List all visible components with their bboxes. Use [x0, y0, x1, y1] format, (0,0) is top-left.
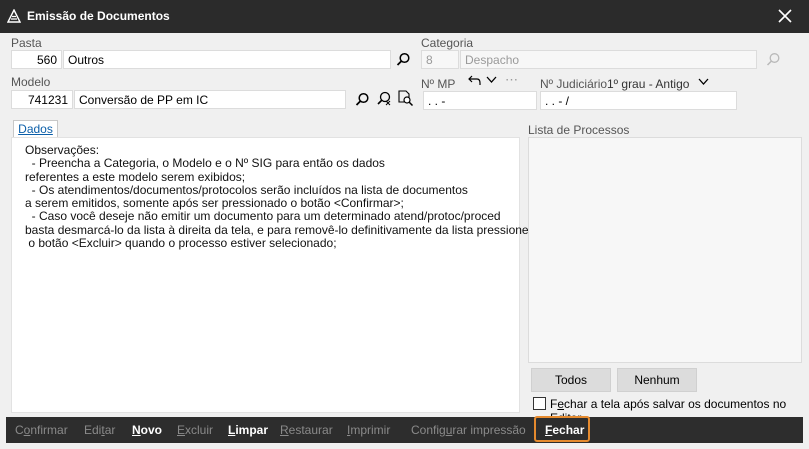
- undo-arrow-icon[interactable]: [468, 74, 482, 86]
- todos-button[interactable]: Todos: [531, 368, 611, 392]
- novo-button[interactable]: Novo: [132, 423, 162, 437]
- observacoes-text: Observações: - Preencha a Categoria, o M…: [25, 143, 529, 251]
- modelo-name-field[interactable]: Conversão de PP em IC: [74, 90, 346, 109]
- modelo-search-icon[interactable]: [355, 92, 370, 107]
- excluir-button[interactable]: Excluir: [177, 423, 213, 437]
- njud-chevron-down-icon[interactable]: [698, 77, 709, 86]
- pasta-name-field[interactable]: Outros: [63, 50, 391, 69]
- fechar-tela-checkbox[interactable]: [533, 397, 546, 410]
- nmp-more-icon[interactable]: ⋯: [505, 72, 518, 88]
- nenhum-button[interactable]: Nenhum: [617, 368, 697, 392]
- nmp-field[interactable]: . . -: [423, 91, 537, 110]
- configurar-impressao-button[interactable]: Configurar impressão: [411, 423, 526, 437]
- njud-grau-select[interactable]: 1º grau - Antigo: [607, 77, 689, 91]
- lista-processos-label: Lista de Processos: [528, 123, 630, 137]
- restaurar-button[interactable]: Restaurar: [280, 423, 333, 437]
- pasta-search-icon[interactable]: [396, 52, 411, 67]
- categoria-search-icon[interactable]: [766, 52, 781, 67]
- njud-field[interactable]: . . - /: [540, 91, 737, 110]
- fechar-button[interactable]: Fechar: [545, 423, 584, 437]
- modelo-document-search-icon[interactable]: [397, 90, 414, 107]
- pasta-code-field[interactable]: 560: [11, 50, 62, 69]
- modelo-code-field[interactable]: 741231: [11, 90, 73, 109]
- lista-processos-list[interactable]: [528, 137, 802, 363]
- window-title: Emissão de Documentos: [27, 9, 170, 23]
- limpar-button[interactable]: Limpar: [228, 423, 268, 437]
- close-icon[interactable]: [776, 7, 794, 25]
- categoria-label: Categoria: [421, 36, 474, 50]
- title-bar: Emissão de Documentos: [0, 0, 809, 33]
- nmp-chevron-down-icon[interactable]: [486, 75, 497, 84]
- nmp-label: Nº MP: [421, 77, 456, 91]
- imprimir-button[interactable]: Imprimir: [347, 423, 390, 437]
- categoria-name-field[interactable]: Despacho: [460, 50, 757, 69]
- tab-dados[interactable]: Dados: [13, 120, 58, 137]
- footer-toolbar: [6, 417, 803, 443]
- app-logo-icon: [7, 9, 21, 23]
- modelo-label: Modelo: [11, 75, 51, 89]
- confirmar-button[interactable]: Confirmar: [15, 423, 68, 437]
- pasta-label: Pasta: [11, 36, 42, 50]
- njud-label: Nº Judiciário: [540, 77, 608, 91]
- categoria-code-field[interactable]: 8: [421, 50, 459, 69]
- editar-button[interactable]: Editar: [84, 423, 115, 437]
- modelo-preview-icon[interactable]: [376, 90, 393, 107]
